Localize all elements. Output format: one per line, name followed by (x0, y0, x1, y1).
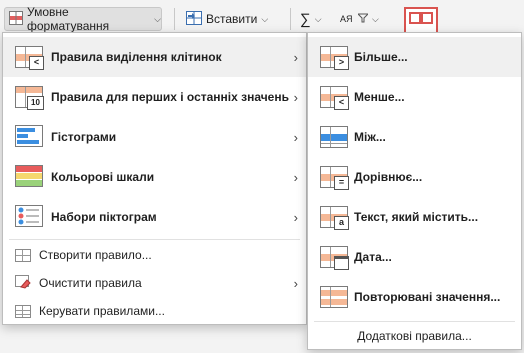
sum-icon: ∑ (300, 10, 311, 28)
chevron-down-icon: ⌵ (154, 13, 161, 24)
submenu-item-equal-to[interactable]: = Дорівнює... (308, 157, 521, 197)
chevron-right-icon: › (293, 89, 298, 105)
conditional-formatting-button[interactable]: Умовне форматування ⌵ (4, 5, 162, 33)
top-bottom-rules-icon: 10 (15, 86, 44, 110)
menu-item-label: Створити правило... (39, 248, 152, 262)
menu-item-data-bars[interactable]: Гістограми › (3, 117, 306, 157)
chevron-down-icon: ⌵ (314, 13, 322, 24)
submenu-item-label: Між... (354, 130, 386, 144)
submenu-item-label: Дорівнює... (354, 170, 423, 184)
chevron-right-icon: › (293, 209, 298, 225)
less-than-icon: < (320, 86, 349, 110)
highlight-cells-rules-submenu: > Більше... < Менше... Між... = Дорівнює… (307, 32, 522, 350)
menu-item-label: Набори піктограм (51, 210, 157, 224)
menu-item-label: Гістограми (51, 130, 117, 144)
color-scales-icon (15, 164, 43, 190)
submenu-item-label: Менше... (354, 90, 405, 104)
menu-divider (9, 239, 300, 240)
submenu-item-date[interactable]: Дата... (308, 237, 521, 277)
icon-sets-icon (15, 204, 43, 230)
calendar-icon (320, 246, 349, 270)
insert-button[interactable]: Вставити ⌵ (186, 7, 268, 31)
between-icon (320, 126, 348, 148)
menu-item-color-scales[interactable]: Кольорові шкали › (3, 157, 306, 197)
submenu-item-between[interactable]: Між... (308, 117, 521, 157)
chevron-down-icon: ⌵ (261, 13, 269, 24)
submenu-item-text-contains[interactable]: a Текст, який містить... (308, 197, 521, 237)
submenu-item-less-than[interactable]: < Менше... (308, 77, 521, 117)
conditional-formatting-label: Умовне форматування (27, 5, 110, 33)
autosum-button[interactable]: ∑ ⌵ (300, 7, 322, 31)
insert-label: Вставити (206, 12, 258, 26)
equal-to-icon: = (320, 166, 349, 190)
menu-item-top-bottom-rules[interactable]: 10 Правила для перших і останніх значень… (3, 77, 306, 117)
conditional-formatting-menu: < Правила виділення клітинок › 10 Правил… (2, 32, 307, 325)
menu-item-label: Кольорові шкали (51, 170, 155, 184)
insert-cells-icon (186, 10, 202, 28)
menu-item-clear-rules[interactable]: Очистити правила › (3, 269, 306, 297)
text-contains-icon: a (320, 206, 349, 230)
ribbon: Умовне форматування ⌵ Вставити ⌵ ∑ ⌵ AЯ … (0, 0, 524, 36)
filter-icon (356, 12, 370, 26)
greater-than-icon: > (320, 46, 349, 70)
submenu-item-label: Повторювані значення... (354, 290, 501, 304)
menu-divider (314, 321, 515, 322)
ribbon-separator (174, 8, 175, 30)
submenu-item-duplicate-values[interactable]: Повторювані значення... (308, 277, 521, 317)
highlight-cells-rules-icon: < (15, 46, 44, 70)
chevron-right-icon: › (293, 129, 298, 145)
menu-item-icon-sets[interactable]: Набори піктограм › (3, 197, 306, 237)
format-as-table-icon[interactable] (404, 7, 438, 35)
menu-item-label: Очистити правила (39, 276, 142, 290)
sort-icon: AЯ (340, 13, 353, 24)
chevron-down-icon: ⌵ (372, 13, 379, 24)
menu-item-label: Правила виділення клітинок (51, 50, 222, 64)
menu-item-manage-rules[interactable]: Керувати правилами... (3, 297, 306, 325)
sort-filter-button[interactable]: AЯ ⌵ (340, 7, 379, 31)
chevron-right-icon: › (293, 49, 298, 65)
manage-rules-icon (15, 304, 31, 318)
menu-item-highlight-cells-rules[interactable]: < Правила виділення клітинок › (3, 37, 306, 77)
chevron-right-icon: › (293, 275, 298, 291)
conditional-formatting-icon (9, 10, 23, 28)
menu-item-label: Керувати правилами... (39, 304, 165, 318)
submenu-item-greater-than[interactable]: > Більше... (308, 37, 521, 77)
data-bars-icon (15, 124, 43, 150)
chevron-right-icon: › (293, 169, 298, 185)
new-rule-icon (15, 248, 31, 262)
submenu-item-label: Текст, який містить... (354, 210, 479, 224)
eraser-icon (15, 274, 31, 292)
ribbon-separator (290, 8, 291, 30)
submenu-item-label: Більше... (354, 50, 408, 64)
submenu-item-label: Дата... (354, 250, 392, 264)
more-rules-link[interactable]: Додаткові правила... (308, 329, 521, 343)
menu-item-new-rule[interactable]: Створити правило... (3, 241, 306, 269)
duplicate-values-icon (320, 286, 348, 308)
menu-item-label: Правила для перших і останніх значень (51, 90, 289, 104)
